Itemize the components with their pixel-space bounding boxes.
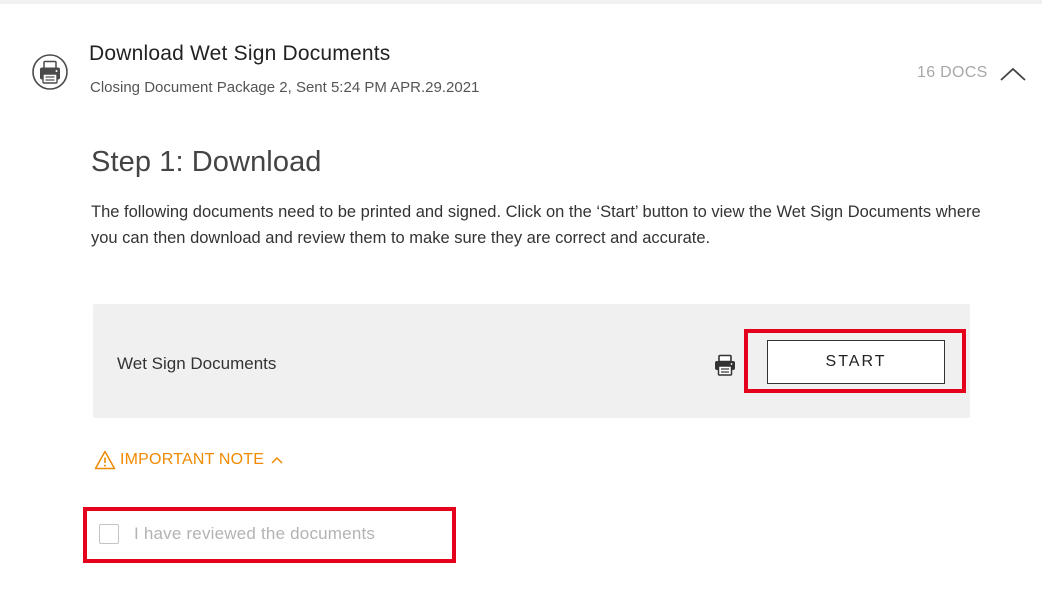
- review-checkbox[interactable]: [99, 524, 119, 544]
- section-title: Download Wet Sign Documents: [89, 42, 391, 65]
- important-note-label: IMPORTANT NOTE: [120, 451, 265, 468]
- top-divider: [0, 0, 1042, 4]
- chevron-up-icon: [271, 456, 283, 464]
- section-subtitle: Closing Document Package 2, Sent 5:24 PM…: [90, 79, 480, 96]
- warning-icon: [94, 450, 116, 470]
- important-note-toggle[interactable]: IMPORTANT NOTE: [94, 450, 285, 470]
- document-panel: Wet Sign Documents START: [93, 304, 970, 418]
- printer-icon: [713, 353, 737, 377]
- collapse-section-toggle[interactable]: [996, 61, 1030, 85]
- chevron-up-icon: [1000, 67, 1026, 81]
- step-description: The following documents need to be print…: [91, 203, 981, 247]
- start-button[interactable]: START: [767, 340, 945, 384]
- printer-icon: [31, 53, 69, 91]
- review-confirmation: I have reviewed the documents: [99, 524, 375, 544]
- step-title: Step 1: Download: [91, 146, 322, 178]
- document-panel-label: Wet Sign Documents: [117, 354, 277, 373]
- doc-count: 16 DOCS: [917, 64, 988, 81]
- review-checkbox-label[interactable]: I have reviewed the documents: [134, 524, 375, 544]
